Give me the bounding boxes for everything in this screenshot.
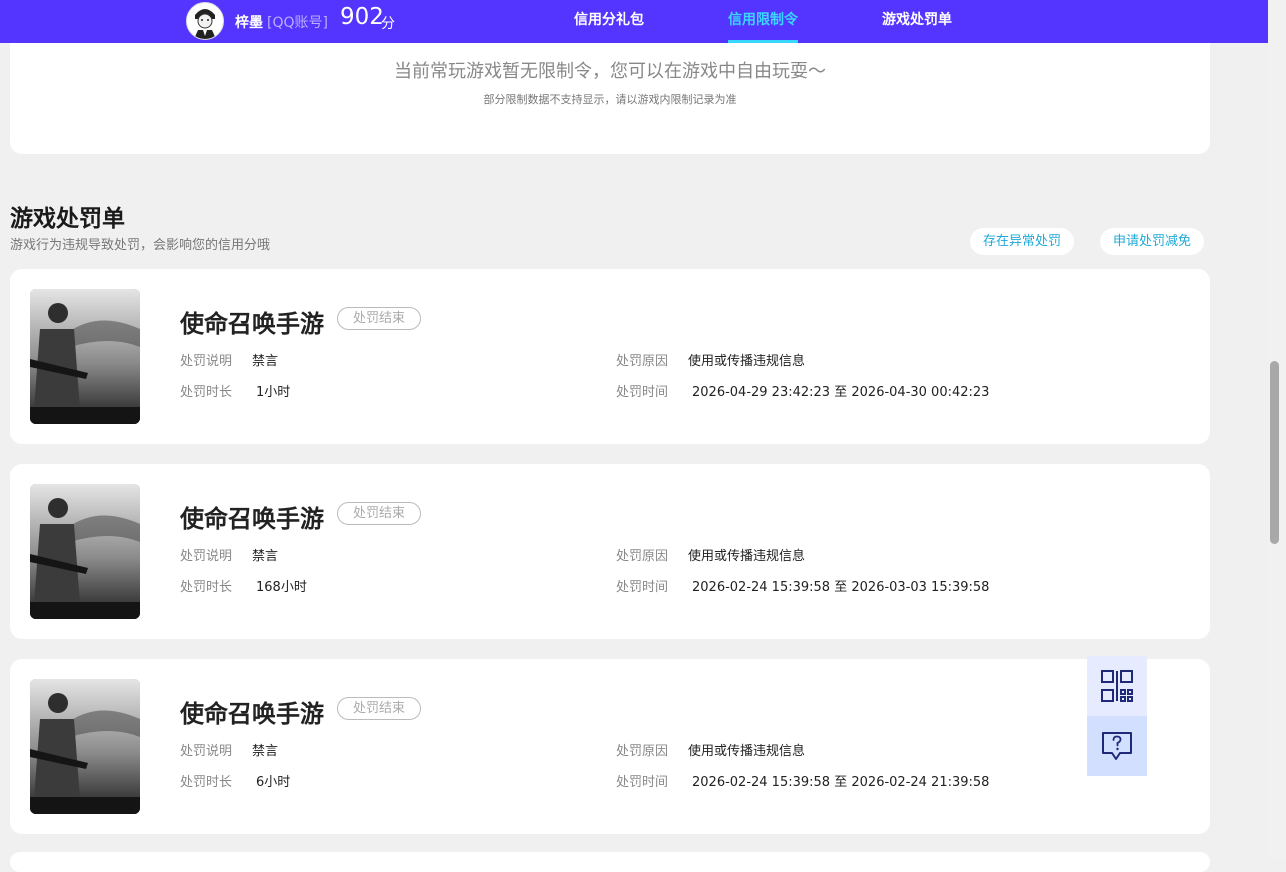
game-name: 使命召唤手游 [180, 700, 324, 728]
penalty-card: 使命召唤手游 处罚结束 处罚说明 禁言 处罚原因 使用或传播违规信息 处罚时长 … [10, 269, 1210, 444]
penalty-time-value: 2026-02-24 15:39:58 至 2026-03-03 15:39:5… [692, 580, 990, 595]
penalty-desc-label: 处罚说明 [180, 744, 233, 759]
penalty-section-subtitle: 游戏行为违规导致处罚，会影响您的信用分哦 [10, 238, 271, 253]
game-thumbnail [30, 679, 140, 814]
help-feedback-button[interactable] [1087, 716, 1147, 776]
penalty-duration-value: 168小时 [256, 580, 307, 595]
game-thumbnail [30, 484, 140, 619]
penalty-card: 使命召唤手游 处罚结束 处罚说明 禁言 处罚原因 使用或传播违规信息 处罚时长 … [10, 659, 1210, 834]
status-badge: 处罚结束 [337, 307, 421, 330]
penalty-time-label: 处罚时间 [616, 775, 669, 790]
tab-game-penalty[interactable]: 游戏处罚单 [882, 0, 952, 43]
restriction-note: 部分限制数据不支持显示，请以游戏内限制记录为准 [483, 93, 737, 106]
penalty-desc-value: 禁言 [252, 549, 279, 564]
penalty-time-value: 2026-02-24 15:39:58 至 2026-02-24 21:39:5… [692, 775, 990, 790]
account-type: [QQ账号] [267, 15, 328, 31]
penalty-card-partial [10, 852, 1210, 872]
penalty-duration-label: 处罚时长 [180, 775, 233, 790]
penalty-section-title: 游戏处罚单 [10, 206, 125, 232]
tab-credit-gift[interactable]: 信用分礼包 [574, 0, 644, 43]
penalty-desc-value: 禁言 [252, 354, 279, 369]
status-badge: 处罚结束 [337, 502, 421, 525]
page-scrollbar-thumb[interactable] [1270, 361, 1279, 544]
penalty-reason-label: 处罚原因 [616, 744, 669, 759]
user-name: 梓墨 [235, 15, 263, 31]
credit-score: 902 [340, 4, 384, 30]
qr-code-icon [1101, 670, 1133, 702]
abnormal-penalty-button[interactable]: 存在异常处罚 [970, 228, 1075, 255]
help-chat-icon [1102, 732, 1132, 760]
restriction-message: 当前常玩游戏暂无限制令，您可以在游戏中自由玩耍～ [394, 61, 826, 82]
penalty-card: 使命召唤手游 处罚结束 处罚说明 禁言 处罚原因 使用或传播违规信息 处罚时长 … [10, 464, 1210, 639]
tab-credit-restriction[interactable]: 信用限制令 [728, 0, 798, 43]
penalty-duration-label: 处罚时长 [180, 385, 233, 400]
status-badge: 处罚结束 [337, 697, 421, 720]
avatar-icon [187, 3, 223, 39]
penalty-duration-value: 6小时 [256, 775, 291, 790]
penalty-desc-value: 禁言 [252, 744, 279, 759]
qr-code-button[interactable] [1087, 656, 1147, 716]
penalty-duration-value: 1小时 [256, 385, 291, 400]
credit-score-unit: 分 [381, 16, 395, 32]
penalty-time-label: 处罚时间 [616, 580, 669, 595]
penalty-desc-label: 处罚说明 [180, 549, 233, 564]
penalty-time-value: 2026-04-29 23:42:23 至 2026-04-30 00:42:2… [692, 385, 990, 400]
restriction-card: 当前常玩游戏暂无限制令，您可以在游戏中自由玩耍～ 部分限制数据不支持显示，请以游… [10, 30, 1210, 154]
game-name: 使命召唤手游 [180, 310, 324, 338]
soldier-image-icon [30, 289, 140, 424]
top-nav-bar: 梓墨 [QQ账号] 902 分 信用分礼包 信用限制令 游戏处罚单 [0, 0, 1268, 43]
penalty-duration-label: 处罚时长 [180, 580, 233, 595]
penalty-reason-value: 使用或传播违规信息 [688, 744, 806, 759]
game-thumbnail [30, 289, 140, 424]
penalty-reason-label: 处罚原因 [616, 354, 669, 369]
penalty-reason-label: 处罚原因 [616, 549, 669, 564]
game-name: 使命召唤手游 [180, 505, 324, 533]
appeal-penalty-button[interactable]: 申请处罚减免 [1100, 228, 1205, 255]
user-avatar[interactable] [186, 2, 224, 40]
soldier-image-icon [30, 679, 140, 814]
penalty-reason-value: 使用或传播违规信息 [688, 549, 806, 564]
soldier-image-icon [30, 484, 140, 619]
penalty-desc-label: 处罚说明 [180, 354, 233, 369]
penalty-reason-value: 使用或传播违规信息 [688, 354, 806, 369]
penalty-time-label: 处罚时间 [616, 385, 669, 400]
